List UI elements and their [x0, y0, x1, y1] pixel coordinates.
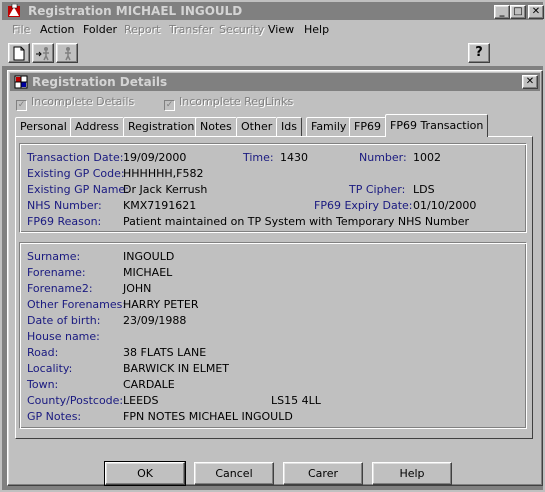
main-window-title: Registration MICHAEL INGOULD	[28, 4, 243, 18]
child-close-button[interactable]: ✕	[522, 75, 538, 89]
carer-button[interactable]: Carer	[283, 462, 363, 485]
maximize-button[interactable]: □	[510, 5, 526, 19]
child-window-title: Registration Details	[32, 75, 168, 89]
number-value: 1002	[413, 151, 441, 164]
toolbar: ?	[2, 41, 543, 65]
tab-fp69-transaction[interactable]: FP69 Transaction	[385, 114, 489, 137]
person-arrow-icon	[36, 47, 49, 61]
county-value: LEEDS	[123, 394, 159, 407]
minimize-button[interactable]: _	[494, 5, 510, 19]
transaction-date-label: Transaction Date:	[27, 151, 124, 164]
menu-folder[interactable]: Folder	[83, 23, 117, 36]
help-icon: ?	[475, 45, 483, 60]
forename-value: MICHAEL	[123, 266, 173, 279]
menu-view[interactable]: View	[268, 23, 294, 36]
county-postcode-label: County/Postcode:	[27, 394, 124, 407]
person-arrow-button[interactable]	[32, 43, 54, 63]
existing-gp-code-label: Existing GP Code:	[27, 167, 125, 180]
date-of-birth-label: Date of birth:	[27, 314, 101, 327]
person-button[interactable]	[56, 43, 78, 63]
menu-bar: File Action Folder Report Transfer Secur…	[2, 21, 543, 39]
date-of-birth-value: 23/09/1988	[123, 314, 187, 327]
fp69-reason-value: Patient maintained on TP System with Tem…	[123, 215, 470, 228]
registration-details-window: Registration Details ✕ ✓ Incomplete Detai…	[7, 70, 543, 486]
tab-ids[interactable]: Ids	[276, 117, 302, 136]
town-label: Town:	[27, 378, 59, 391]
app-icon	[7, 3, 22, 18]
tab-panel: Transaction Date: 19/09/2000 Time: 1430 …	[15, 136, 533, 439]
nhs-number-label: NHS Number:	[27, 199, 102, 212]
tp-cipher-value: LDS	[413, 183, 435, 196]
existing-gp-name-value: Dr Jack Kerrush	[123, 183, 208, 196]
tp-cipher-label: TP Cipher:	[349, 183, 406, 196]
main-title-bar[interactable]: Registration MICHAEL INGOULD _ □ ✕	[2, 2, 544, 20]
other-forenames-value: HARRY PETER	[123, 298, 199, 311]
person-icon	[65, 47, 71, 61]
road-label: Road:	[27, 346, 59, 359]
help-toolbar-button[interactable]: ?	[468, 43, 490, 63]
surname-value: INGOULD	[123, 250, 175, 263]
forename2-label: Forename2:	[27, 282, 93, 295]
transaction-group: Transaction Date: 19/09/2000 Time: 1430 …	[19, 143, 527, 233]
tab-notes[interactable]: Notes	[195, 117, 237, 136]
new-document-button[interactable]	[8, 43, 30, 63]
surname-label: Surname:	[27, 250, 81, 263]
time-label: Time:	[243, 151, 274, 164]
forename-label: Forename:	[27, 266, 86, 279]
locality-label: Locality:	[27, 362, 73, 375]
tab-personal[interactable]: Personal	[15, 117, 72, 136]
tab-fp69[interactable]: FP69	[349, 117, 386, 136]
gp-notes-label: GP Notes:	[27, 410, 82, 423]
forename2-value: JOHN	[123, 282, 152, 295]
other-forenames-label: Other Forenames:	[27, 298, 127, 311]
locality-value: BARWICK IN ELMET	[123, 362, 229, 375]
house-name-label: House name:	[27, 330, 100, 343]
tab-other[interactable]: Other	[236, 117, 278, 136]
fp69-expiry-label: FP69 Expiry Date:	[314, 199, 413, 212]
gp-notes-value: FPN NOTES MICHAEL INGOULD	[123, 410, 293, 423]
menu-transfer[interactable]: Transfer	[169, 23, 213, 36]
fp69-reason-label: FP69 Reason:	[27, 215, 102, 228]
time-value: 1430	[280, 151, 308, 164]
checkbox-box: ✓	[164, 100, 175, 111]
ok-button[interactable]: OK	[104, 461, 186, 486]
incomplete-details-checkbox[interactable]: ✓ Incomplete Details	[16, 95, 134, 111]
tab-registration[interactable]: Registration	[123, 117, 200, 136]
patient-group: Surname: INGOULD Forename: MICHAEL Foren…	[19, 242, 527, 429]
road-value: 38 FLATS LANE	[123, 346, 207, 359]
incomplete-reglinks-checkbox[interactable]: ✓ Incomplete RegLinks	[164, 95, 293, 111]
menu-report[interactable]: Report	[124, 23, 160, 36]
menu-file[interactable]: File	[12, 23, 30, 36]
checkbox-box: ✓	[16, 100, 27, 111]
fp69-expiry-value: 01/10/2000	[413, 199, 477, 212]
cancel-button[interactable]: Cancel	[194, 462, 274, 485]
nhs-number-value: KMX7191621	[123, 199, 197, 212]
existing-gp-code-value: HHHHHH,F582	[123, 167, 204, 180]
town-value: CARDALE	[123, 378, 175, 391]
help-button[interactable]: Help	[372, 462, 452, 485]
tab-family[interactable]: Family	[306, 117, 352, 136]
transaction-date-value: 19/09/2000	[123, 151, 187, 164]
child-title-bar[interactable]: Registration Details ✕	[10, 73, 540, 91]
main-window: Registration MICHAEL INGOULD _ □ ✕ File …	[0, 0, 545, 492]
menu-help[interactable]: Help	[304, 23, 329, 36]
number-label: Number:	[359, 151, 407, 164]
menu-action[interactable]: Action	[40, 23, 74, 36]
tab-address[interactable]: Address	[70, 117, 124, 136]
grid-icon	[14, 75, 28, 92]
close-button[interactable]: ✕	[528, 5, 544, 19]
menu-security[interactable]: Security	[219, 23, 264, 36]
existing-gp-name-label: Existing GP Name:	[27, 183, 129, 196]
new-document-icon	[13, 46, 25, 61]
postcode-value: LS15 4LL	[271, 394, 321, 407]
